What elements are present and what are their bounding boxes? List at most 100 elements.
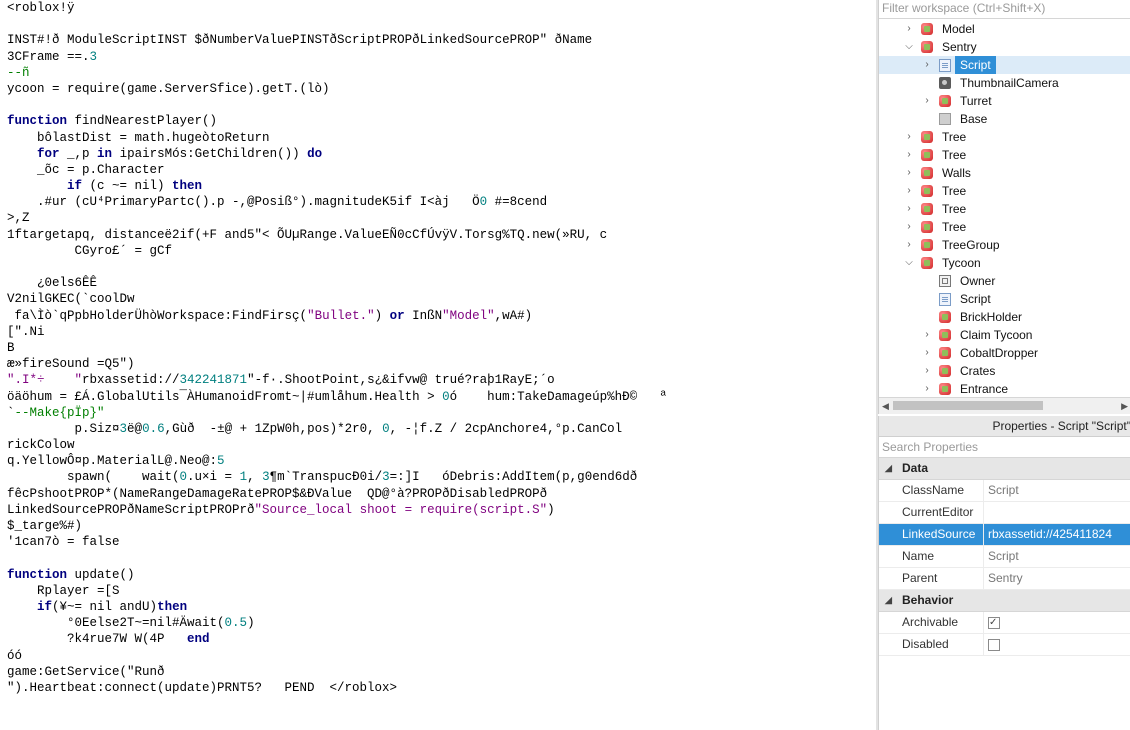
code-line[interactable]: fa\Ìò`qPpbHolderÜhòWorkspace:FindFirsç("… (7, 308, 667, 324)
code-line[interactable]: Rplayer =[S (7, 583, 667, 599)
explorer-item[interactable]: › Model (879, 20, 1130, 38)
explorer-item[interactable]: ThumbnailCamera (879, 74, 1130, 92)
code-line[interactable]: '1can7ò = false (7, 534, 667, 550)
property-row[interactable]: CurrentEditor (879, 502, 1130, 524)
code-line[interactable]: ¿0els6ÊÊ (7, 275, 667, 291)
property-value[interactable]: rbxassetid://425411824 (983, 524, 1130, 545)
property-row[interactable]: Archivable (879, 612, 1130, 634)
script-editor[interactable]: <roblox!ÿ INST#!ð ModuleScriptINST $ðNum… (0, 0, 876, 730)
expand-arrow-icon[interactable]: › (921, 362, 933, 380)
explorer-item[interactable]: › Claim Tycoon (879, 326, 1130, 344)
code-line[interactable]: game:GetService("Runð (7, 664, 667, 680)
code-line[interactable]: 1ftargetapq, distanceë2if(+F and5"< ÕUµR… (7, 227, 667, 243)
scroll-left-icon[interactable]: ◀ (882, 401, 889, 412)
scroll-right-icon[interactable]: ▶ (1121, 401, 1128, 412)
explorer-item[interactable]: › TreeGroup (879, 236, 1130, 254)
explorer-filter-input[interactable]: Filter workspace (Ctrl+Shift+X) (879, 0, 1130, 19)
code-line[interactable]: æ»fireSound =Q5") (7, 356, 667, 372)
explorer-item[interactable]: › Tree (879, 146, 1130, 164)
checkbox[interactable] (988, 612, 1000, 633)
explorer-item[interactable]: › Script (879, 56, 1130, 74)
property-row[interactable]: Name Script (879, 546, 1130, 568)
explorer-item[interactable]: BrickHolder (879, 308, 1130, 326)
expand-arrow-icon[interactable]: › (903, 182, 915, 200)
code-line[interactable]: ").Heartbeat:connect(update)PRNT5? PEND … (7, 680, 667, 696)
expand-arrow-icon[interactable]: › (903, 146, 915, 164)
code-line[interactable]: bôlastDist = math.hugeòtoReturn (7, 130, 667, 146)
collapse-arrow-icon[interactable]: ◢ (885, 590, 892, 611)
property-value[interactable] (983, 612, 1130, 633)
code-line[interactable]: ?k4rue7W W(4P end (7, 631, 667, 647)
explorer-item[interactable]: ⌵ Tycoon (879, 254, 1130, 272)
code-line[interactable]: óó (7, 648, 667, 664)
code-line[interactable]: [".Ni (7, 324, 667, 340)
explorer-item[interactable]: › Entrance (879, 380, 1130, 398)
explorer-item[interactable]: Owner (879, 272, 1130, 290)
code-line[interactable]: function update() (7, 567, 667, 583)
code-line[interactable]: INST#!ð ModuleScriptINST $ðNumberValuePI… (7, 32, 667, 48)
property-row[interactable]: Parent Sentry (879, 568, 1130, 590)
collapse-arrow-icon[interactable]: ◢ (885, 458, 892, 479)
expand-arrow-icon[interactable]: › (903, 164, 915, 182)
code-line[interactable]: _õc = p.Character (7, 162, 667, 178)
code-line[interactable] (7, 97, 667, 113)
code-line[interactable]: function findNearestPlayer() (7, 113, 667, 129)
code-line[interactable]: q.YellowÔ¤p.MaterialL@.Neo@:5 (7, 453, 667, 469)
code-line[interactable]: ".I*÷ "rbxassetid://342241871"-f·.ShootP… (7, 372, 667, 388)
code-line[interactable]: >,Z (7, 210, 667, 226)
property-row[interactable]: ClassName Script (879, 480, 1130, 502)
code-line[interactable]: spawn( wait(0.u×i = 1, 3¶m`TranspucÐ0i/3… (7, 469, 667, 485)
property-value[interactable]: Sentry (983, 568, 1130, 589)
property-value[interactable] (983, 634, 1130, 655)
explorer-item[interactable]: › Tree (879, 128, 1130, 146)
explorer-item[interactable]: › Tree (879, 218, 1130, 236)
code-line[interactable]: for _,p in ipairsMós:GetChildren()) do (7, 146, 667, 162)
property-value[interactable] (983, 502, 1130, 523)
code-line[interactable]: $_targe%#) (7, 518, 667, 534)
collapse-arrow-icon[interactable]: ⌵ (903, 254, 915, 272)
property-row[interactable]: LinkedSource rbxassetid://425411824 (879, 524, 1130, 546)
property-value[interactable]: Script (983, 480, 1130, 501)
properties-search-input[interactable]: Search Properties (879, 437, 1130, 458)
code-line[interactable]: 3CFrame ==.3 (7, 49, 667, 65)
code-line[interactable]: öäöhum = £Á.GlobalUtils¯ÀHumanoidFromt~|… (7, 389, 667, 405)
explorer-item[interactable]: Script (879, 290, 1130, 308)
property-row[interactable]: Disabled (879, 634, 1130, 656)
property-value[interactable]: Script (983, 546, 1130, 567)
code-line[interactable]: --ñ (7, 65, 667, 81)
expand-arrow-icon[interactable]: › (921, 326, 933, 344)
expand-arrow-icon[interactable]: › (921, 92, 933, 110)
expand-arrow-icon[interactable]: › (903, 218, 915, 236)
code-line[interactable]: °0Eelse2T~=nil#Äwait(0.5) (7, 615, 667, 631)
explorer-item[interactable]: › Crates (879, 362, 1130, 380)
expand-arrow-icon[interactable]: › (903, 20, 915, 38)
code-line[interactable]: CGyro£´ = gCf (7, 243, 667, 259)
code-line[interactable]: `--Make{pÏp}" (7, 405, 667, 421)
expand-arrow-icon[interactable]: › (921, 344, 933, 362)
property-section-data[interactable]: ◢ Data (879, 458, 1130, 480)
code-line[interactable]: <roblox!ÿ (7, 0, 667, 16)
code-line[interactable]: p.Siz¤3ë@0.6,Gùð -±@ + 1ZpW0h,pos)*2r0, … (7, 421, 667, 437)
scrollbar-thumb[interactable] (893, 401, 1043, 410)
code-line[interactable]: if (c ~= nil) then (7, 178, 667, 194)
explorer-item[interactable]: › Tree (879, 182, 1130, 200)
expand-arrow-icon[interactable]: › (903, 236, 915, 254)
explorer-item[interactable]: Base (879, 110, 1130, 128)
checkbox[interactable] (988, 639, 1000, 651)
explorer-item[interactable]: ⌵ Sentry (879, 38, 1130, 56)
code-line[interactable]: ycoon = require(game.ServerSfice).getT.(… (7, 81, 667, 97)
code-line[interactable]: rickColow (7, 437, 667, 453)
code-line[interactable]: V2nilGKEC(`coolDw (7, 291, 667, 307)
explorer-item[interactable]: › CobaltDropper (879, 344, 1130, 362)
explorer-horizontal-scrollbar[interactable]: ◀ ▶ (879, 397, 1130, 414)
collapse-arrow-icon[interactable]: ⌵ (903, 38, 915, 56)
code-line[interactable]: fêcPshootPROP*(NameRangeDamageRatePROP$&… (7, 486, 667, 502)
explorer-item[interactable]: › Turret (879, 92, 1130, 110)
property-section-behavior[interactable]: ◢ Behavior (879, 590, 1130, 612)
expand-arrow-icon[interactable]: › (903, 128, 915, 146)
code-line[interactable]: LinkedSourcePROPðNameScriptPROPrð"Source… (7, 502, 667, 518)
code-line[interactable]: .#ur (cU⁴PrimaryPartc().p -,@Posiß°).mag… (7, 194, 667, 210)
code-line[interactable]: B (7, 340, 667, 356)
explorer-item[interactable]: › Tree (879, 200, 1130, 218)
expand-arrow-icon[interactable]: › (903, 200, 915, 218)
